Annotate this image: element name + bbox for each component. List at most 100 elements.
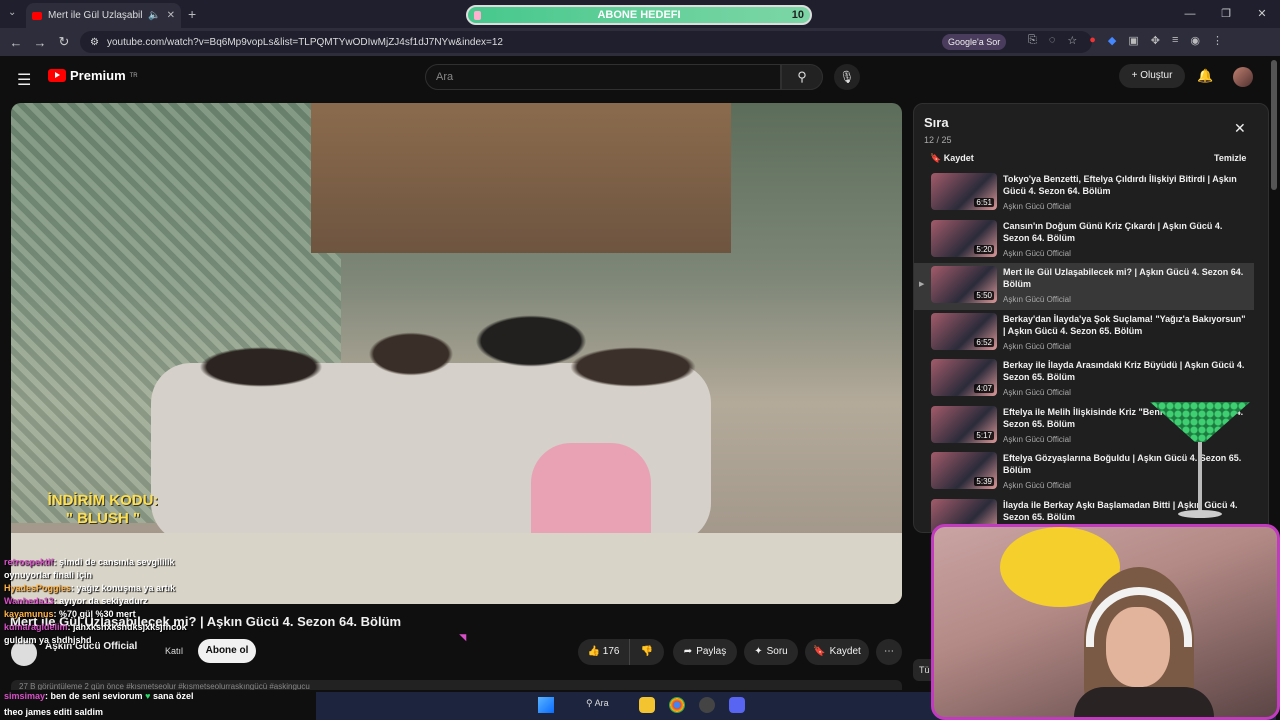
window-close-icon[interactable]: ✕: [1244, 0, 1280, 28]
video-thumbnail[interactable]: 5:20: [931, 219, 997, 257]
queue-item-current[interactable]: ▶ 5:50 Mert ile Gül Uzlaşabilecek mi? | …: [914, 263, 1254, 310]
obs-icon[interactable]: [699, 697, 715, 713]
chat-text: : jahxkshxkshdksjxksjfhcok: [67, 622, 187, 632]
chat-text: : %70 gül %30 mert: [53, 609, 136, 619]
youtube-favicon-icon: [32, 11, 42, 20]
chrome-icon[interactable]: [669, 697, 685, 713]
url-field[interactable]: ⚙ youtube.com/watch?v=Bq6Mp9vopLs&list=T…: [80, 31, 1092, 53]
chat-message: retrospektif: şimdi de cansınla sevgilil…: [4, 556, 304, 569]
video-thumbnail[interactable]: 5:50: [931, 266, 997, 303]
filter-chip[interactable]: Tü: [913, 659, 933, 681]
video-thumbnail[interactable]: 4:07: [931, 359, 997, 396]
reload-icon[interactable]: ↻: [52, 34, 76, 50]
windows-start-icon[interactable]: [538, 697, 554, 713]
promo-line1: İNDİRİM KODU:: [47, 492, 159, 509]
google-ask-button[interactable]: Google'a Sor: [942, 34, 1007, 50]
extension-blue-icon[interactable]: ◆: [1108, 34, 1116, 47]
video-thumbnail[interactable]: 5:17: [931, 405, 997, 443]
queue-item[interactable]: 6:51 Tokyo'ya Benzetti, Eftelya Çıldırdı…: [914, 170, 1254, 217]
video-scene-kitchen: [311, 103, 731, 253]
video-player[interactable]: [11, 103, 902, 604]
reading-list-icon[interactable]: ≡: [1172, 34, 1178, 47]
mouse-cursor-icon: [459, 630, 470, 642]
chat-text: : yağız konuşma ya artık: [71, 583, 176, 593]
share-label: Paylaş: [696, 646, 727, 657]
queue-item-title[interactable]: Berkay ile İlayda Arasındaki Kriz Büyüdü…: [1003, 359, 1248, 383]
streamer-webcam: [931, 524, 1280, 720]
dislike-icon[interactable]: 👎: [630, 639, 664, 665]
minimize-icon[interactable]: —: [1172, 0, 1208, 28]
queue-item-title[interactable]: Tokyo'ya Benzetti, Eftelya Çıldırdı İliş…: [1003, 173, 1248, 197]
ask-button[interactable]: ✦ Soru: [744, 639, 798, 665]
search-input[interactable]: Ara: [425, 64, 781, 90]
chat-tail: sana özel: [152, 691, 194, 701]
share-icon: ➦: [683, 646, 693, 657]
close-icon[interactable]: ✕: [167, 10, 175, 21]
bookmark-star-icon[interactable]: ☆: [1067, 34, 1077, 47]
taskbar-search-label: Ara: [594, 698, 609, 708]
close-icon[interactable]: ✕: [1234, 120, 1246, 137]
chat-message: kayamunus: %70 gül %30 mert: [4, 608, 304, 621]
video-thumbnail[interactable]: 6:52: [931, 312, 997, 350]
file-explorer-icon[interactable]: [639, 697, 655, 713]
queue-item[interactable]: 4:07 Berkay ile İlayda Arasındaki Kriz B…: [914, 356, 1254, 403]
create-button[interactable]: + Oluştur: [1119, 64, 1185, 88]
tab-search-icon[interactable]: ⌄: [8, 7, 16, 18]
extension-icons: ⎘ ◌ ☆ ● ◆ ▣ ✥ ≡ ◉ ⋮: [1028, 34, 1223, 47]
queue-item[interactable]: 6:52 Berkay'dan İlayda'ya Şok Suçlama! "…: [914, 310, 1254, 357]
extension-icon[interactable]: ▣: [1128, 34, 1138, 47]
queue-save-button[interactable]: 🔖 Kaydet: [930, 153, 974, 164]
queue-item-title[interactable]: Berkay'dan İlayda'ya Şok Suçlama! "Yağız…: [1003, 313, 1248, 337]
queue-item-title[interactable]: Cansın'ın Doğum Günü Kriz Çıkardı | Aşkı…: [1003, 220, 1248, 244]
now-playing-icon: ▶: [919, 281, 925, 288]
queue-save-label: Kaydet: [943, 153, 974, 163]
chat-message: simsimay: ben de seni seviorum ♥ sana öz…: [4, 688, 193, 704]
chat-text: guldum ya shdhjshd: [4, 635, 92, 645]
menu-dots-icon[interactable]: ⋮: [1212, 34, 1223, 47]
restore-icon[interactable]: ❐: [1208, 0, 1244, 28]
logo-text: Premium: [70, 68, 126, 83]
martini-glass-overlay: [1150, 402, 1250, 522]
video-scene-people: [141, 263, 741, 523]
notifications-bell-icon[interactable]: 🔔: [1197, 68, 1213, 84]
ask-label: Soru: [766, 646, 788, 657]
site-info-icon[interactable]: ⚙: [90, 37, 99, 48]
queue-item[interactable]: 5:20 Cansın'ın Doğum Günü Kriz Çıkardı |…: [914, 217, 1254, 264]
microphone-icon[interactable]: 🎙: [834, 64, 860, 90]
chat-user: Wanheda13: [4, 596, 54, 606]
eye-off-icon[interactable]: ◌: [1049, 34, 1056, 47]
duration-badge: 5:50: [974, 291, 994, 300]
share-button[interactable]: ➦ Paylaş: [673, 639, 737, 665]
youtube-logo[interactable]: Premium TR: [48, 68, 138, 83]
extension-red-icon[interactable]: ●: [1089, 34, 1096, 47]
profile-icon[interactable]: ◉: [1190, 34, 1200, 47]
forward-icon[interactable]: →: [28, 35, 52, 50]
goal-label: ABONE HEDEFI: [597, 9, 681, 21]
browser-tab[interactable]: Mert ile Gül Uzlaşabilecek m 🔈 ✕: [26, 3, 181, 28]
account-avatar[interactable]: [1233, 67, 1253, 87]
create-label: Oluştur: [1140, 70, 1173, 81]
queue-clear-button[interactable]: Temizle: [1214, 153, 1246, 163]
puzzle-icon[interactable]: ✥: [1151, 34, 1160, 47]
chat-message: kumaragidelim: jahxkshxkshdksjxksjfhcok: [4, 621, 304, 634]
taskbar-search[interactable]: ⚲ Ara: [586, 698, 609, 709]
hamburger-menu-icon[interactable]: ☰: [17, 70, 31, 90]
new-tab-icon[interactable]: +: [188, 6, 196, 22]
logo-region: TR: [129, 72, 138, 79]
like-count: 176: [602, 646, 620, 657]
install-icon[interactable]: ⎘: [1028, 34, 1037, 47]
back-icon[interactable]: ←: [4, 35, 28, 50]
search-icon[interactable]: ⚲: [781, 64, 823, 90]
more-actions-icon[interactable]: ⋯: [876, 639, 902, 665]
subscriber-goal-overlay: ABONE HEDEFI 10: [466, 5, 812, 25]
save-button[interactable]: 🔖 Kaydet: [805, 639, 869, 665]
video-thumbnail[interactable]: 6:51: [931, 173, 997, 210]
chat-message: Wanheda13: ayıyor da sekiyadurz: [4, 595, 304, 608]
queue-item-title[interactable]: Mert ile Gül Uzlaşabilecek mi? | Aşkın G…: [1003, 266, 1248, 290]
like-button[interactable]: 👍 176: [578, 639, 630, 665]
page-scrollbar[interactable]: [1271, 60, 1277, 190]
video-thumbnail[interactable]: 5:39: [931, 452, 997, 489]
discord-icon[interactable]: [729, 697, 745, 713]
chat-text: theo james editi saldim: [4, 707, 104, 717]
speaker-icon[interactable]: 🔈: [148, 10, 160, 21]
